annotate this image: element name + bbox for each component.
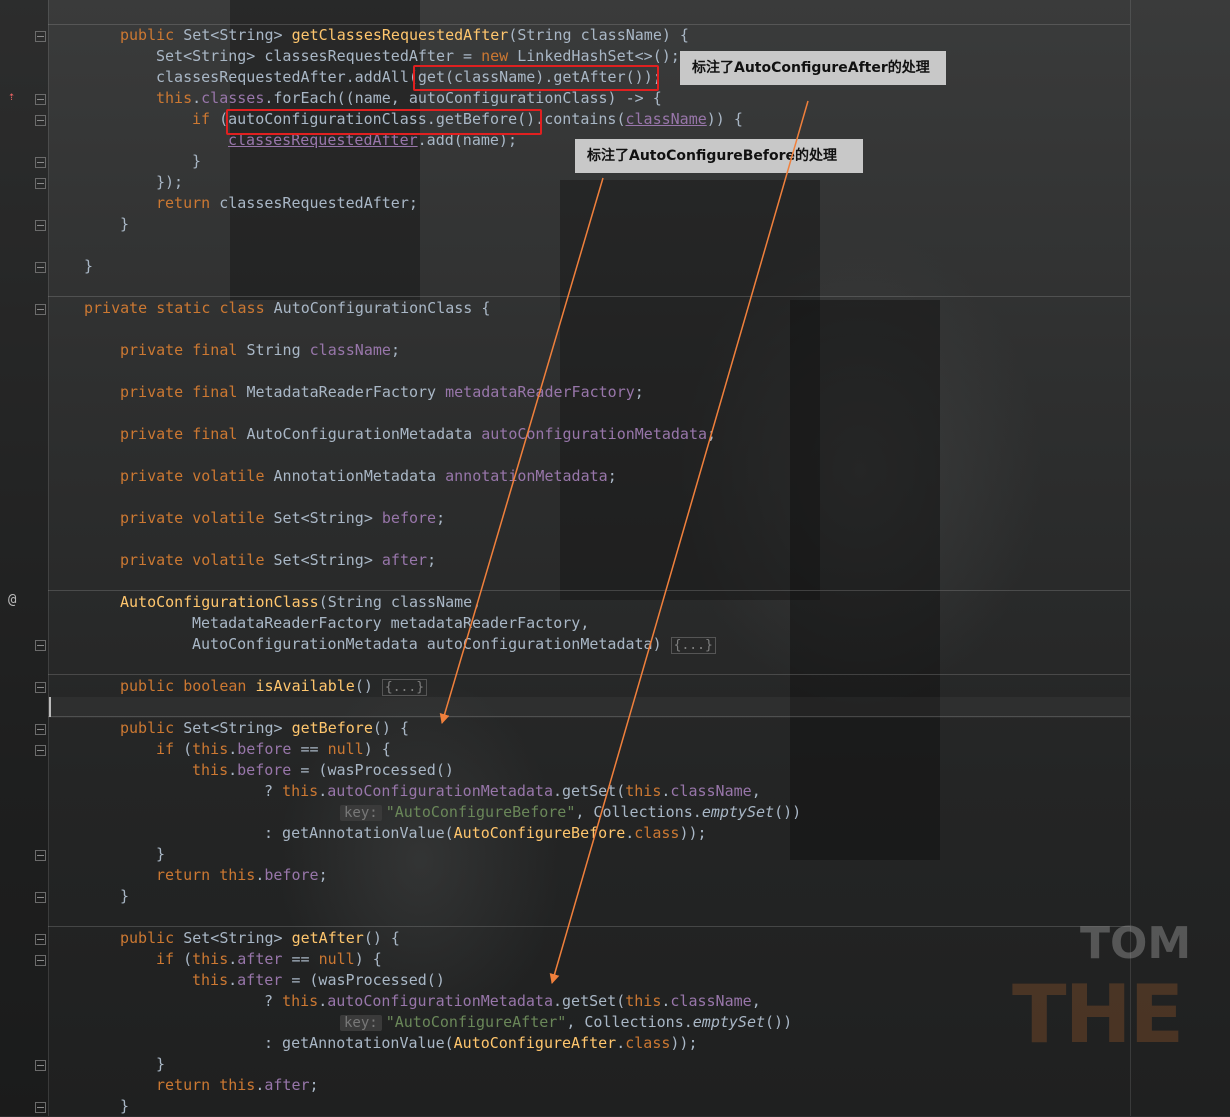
annotation-arrows: [439, 100, 809, 984]
arrow-to-get-before: [439, 177, 604, 724]
arrow-to-get-after: [549, 100, 809, 984]
